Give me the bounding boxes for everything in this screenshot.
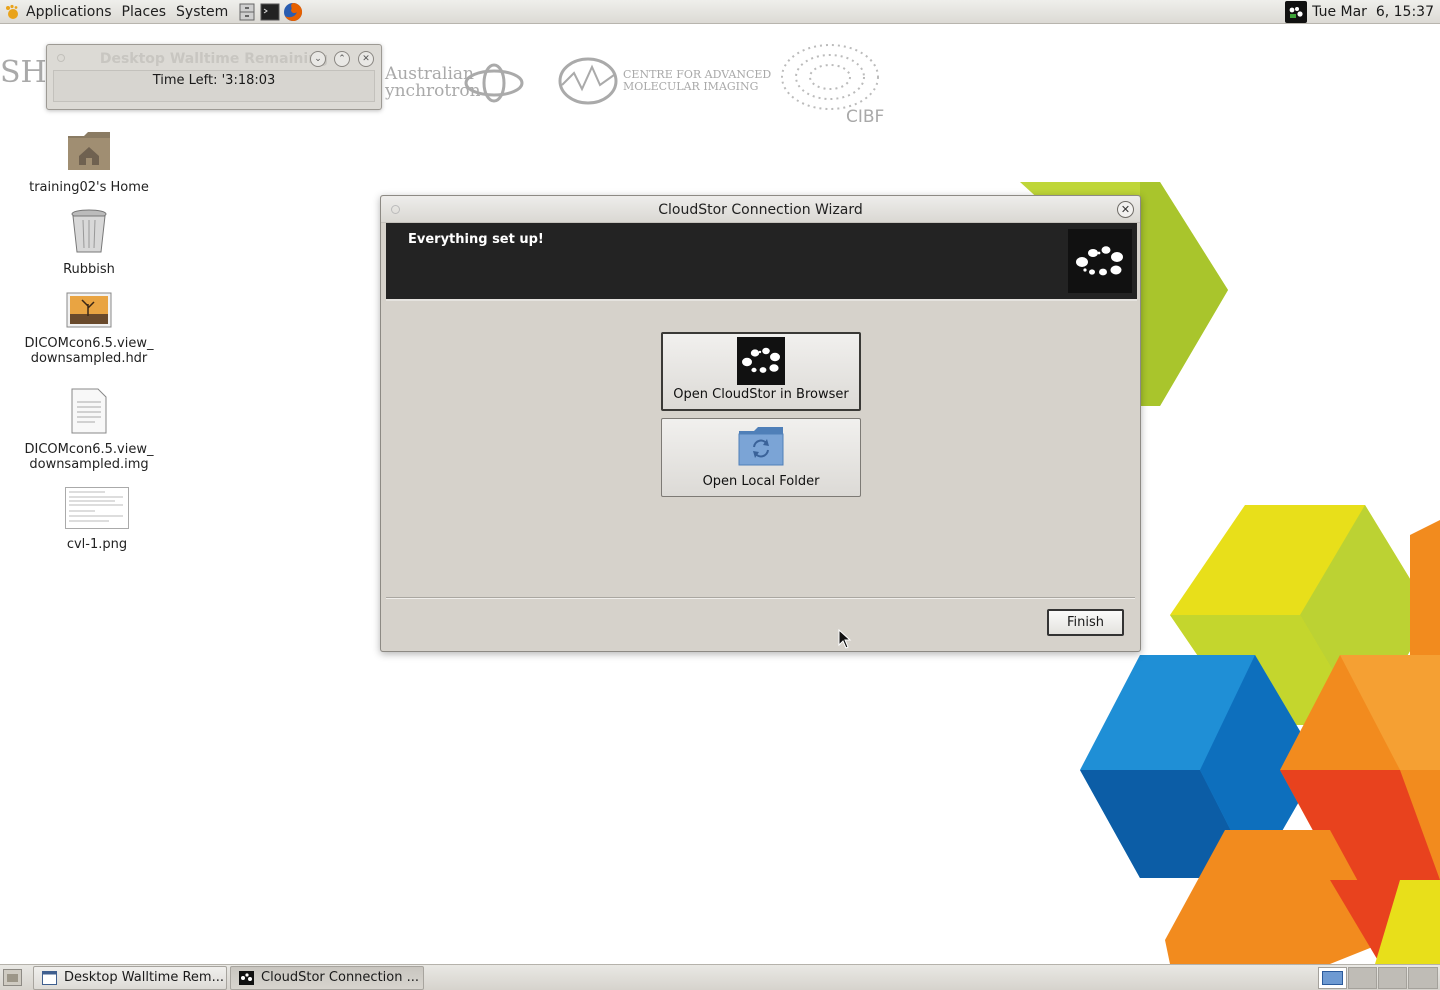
wizard-close-button[interactable]: ✕ <box>1117 201 1134 218</box>
gnome-foot-icon <box>6 4 18 19</box>
menu-system-label: System <box>176 3 229 20</box>
wizard-header: Everything set up! <box>386 223 1137 301</box>
desktop-icon-label: DICOMcon6.5.view_ downsampled.img <box>24 442 154 472</box>
desktop-icon-rubbish[interactable]: Rubbish <box>24 208 154 277</box>
task-label: CloudStor Connection ... <box>261 970 419 985</box>
open-local-folder-button[interactable]: Open Local Folder <box>661 418 861 497</box>
walltime-titlebar[interactable]: Desktop Walltime Remaining ⌄ ⌃ ✕ <box>47 45 381 72</box>
desktop-icon-img-file[interactable]: DICOMcon6.5.view_ downsampled.img <box>24 388 154 472</box>
finish-label: Finish <box>1066 615 1104 630</box>
wizard-title: CloudStor Connection Wizard <box>658 202 863 218</box>
caim-logo: CENTRE FOR ADVANCED MOLECULAR IMAGING <box>623 69 771 93</box>
caim-logo-line2: MOLECULAR IMAGING <box>623 80 759 93</box>
cloudstor-task-icon <box>239 971 254 985</box>
panel-right-area: Tue Mar 6, 15:37 <box>1285 0 1434 24</box>
menu-places[interactable]: Places <box>118 0 173 24</box>
window-icon <box>42 971 57 985</box>
terminal-launcher[interactable] <box>260 2 280 22</box>
text-file-icon <box>71 388 107 434</box>
task-cloudstor-wizard[interactable]: CloudStor Connection ... <box>230 966 424 990</box>
show-desktop-icon <box>7 974 18 982</box>
firefox-icon <box>284 2 303 21</box>
firefox-launcher[interactable] <box>283 2 303 22</box>
cibf-emblem-icon <box>781 44 879 110</box>
task-walltime[interactable]: Desktop Walltime Rem... <box>33 966 227 990</box>
wizard-separator <box>386 597 1135 599</box>
file-cabinet-icon <box>239 3 255 20</box>
task-label: Desktop Walltime Rem... <box>64 970 224 985</box>
open-browser-label: Open CloudStor in Browser <box>673 387 849 402</box>
cibf-logo: CIBF <box>846 107 885 127</box>
top-panel: Applications Places System Tue Mar 6, 15… <box>0 0 1440 24</box>
caim-emblem-icon <box>558 57 618 105</box>
workspace-1[interactable] <box>1318 967 1347 989</box>
trash-icon <box>71 209 107 253</box>
maximize-button[interactable]: ⌃ <box>334 51 350 67</box>
workspace-2[interactable] <box>1348 967 1377 989</box>
cloudstor-tray-glyph-icon <box>1289 7 1303 18</box>
desktop-icon-label: training02's Home <box>29 180 149 195</box>
wizard-heading: Everything set up! <box>408 232 544 247</box>
desktop-icon-label: Rubbish <box>63 262 115 277</box>
desktop-icon-home[interactable]: training02's Home <box>24 128 154 195</box>
desktop-icon-png-file[interactable]: cvl-1.png <box>32 487 162 552</box>
close-button[interactable]: ✕ <box>358 51 374 67</box>
menu-places-label: Places <box>121 3 167 20</box>
desktop-icon-hdr-file[interactable]: DICOMcon6.5.view_ downsampled.hdr <box>24 292 154 366</box>
monash-logo-fragment: SH <box>0 55 47 90</box>
terminal-icon <box>260 3 280 20</box>
cloudstor-logo-icon <box>1076 246 1123 276</box>
file-cabinet-launcher[interactable] <box>237 2 257 22</box>
walltime-window: Desktop Walltime Remaining ⌄ ⌃ ✕ Time Le… <box>46 44 382 110</box>
home-folder-icon <box>68 132 110 170</box>
clock[interactable]: Tue Mar 6, 15:37 <box>1312 4 1434 20</box>
mouse-cursor-icon <box>838 629 852 649</box>
screenshot-thumbnail-icon <box>65 487 129 529</box>
minimize-button[interactable]: ⌄ <box>310 51 326 67</box>
cloudstor-tray-icon[interactable] <box>1285 1 1308 23</box>
image-file-icon <box>66 292 112 328</box>
workspace-4[interactable] <box>1408 967 1438 989</box>
cloudstor-wizard-window: CloudStor Connection Wizard ✕ Everything… <box>380 195 1141 652</box>
synchrotron-emblem-icon <box>464 63 524 103</box>
finish-button[interactable]: Finish <box>1047 609 1124 636</box>
workspace-3[interactable] <box>1378 967 1407 989</box>
menu-applications[interactable]: Applications <box>0 0 118 24</box>
time-left-text: Time Left: '3:18:03 <box>152 73 276 88</box>
menu-system[interactable]: System <box>172 0 234 24</box>
menu-applications-label: Applications <box>26 3 112 20</box>
bottom-panel: Desktop Walltime Rem... CloudStor Connec… <box>0 964 1440 990</box>
walltime-content: Time Left: '3:18:03 <box>53 70 375 102</box>
sync-folder-icon <box>738 427 784 466</box>
open-folder-label: Open Local Folder <box>702 474 820 489</box>
wizard-titlebar[interactable]: CloudStor Connection Wizard ✕ <box>381 196 1140 223</box>
open-cloudstor-browser-button[interactable]: Open CloudStor in Browser <box>661 332 861 411</box>
show-desktop-button[interactable] <box>3 969 22 986</box>
walltime-title: Desktop Walltime Remaining <box>99 51 329 67</box>
desktop-icon-label: DICOMcon6.5.view_ downsampled.hdr <box>24 336 154 366</box>
cloudstor-logo <box>1068 229 1132 293</box>
desktop-icon-label: cvl-1.png <box>66 537 128 552</box>
cloudstor-icon <box>737 337 785 385</box>
